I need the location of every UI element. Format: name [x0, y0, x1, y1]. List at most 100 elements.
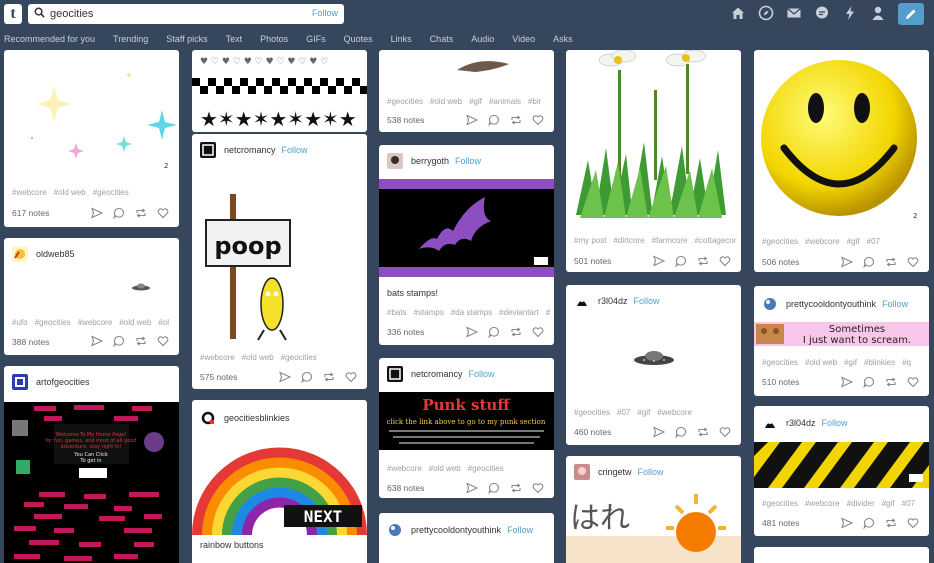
tag[interactable]: #animals — [489, 97, 521, 106]
note-count[interactable]: 506 notes — [762, 257, 799, 267]
tab-gifs[interactable]: GIFs — [306, 30, 326, 48]
follow-button[interactable]: Follow — [638, 467, 664, 477]
post-image[interactable]: Sometimes I just want to scream. — [754, 322, 929, 346]
reply-icon[interactable] — [113, 207, 125, 219]
post-image[interactable]: はれ — [566, 486, 741, 563]
username[interactable]: geocitiesblinkies — [224, 413, 290, 423]
reblog-icon[interactable] — [697, 426, 709, 438]
username[interactable]: cringetw — [598, 467, 632, 477]
reblog-icon[interactable] — [885, 376, 897, 388]
tag[interactable]: #cottagecor — [695, 236, 737, 245]
like-icon[interactable] — [719, 255, 731, 267]
like-icon[interactable] — [907, 517, 919, 529]
tag[interactable]: #geocities — [35, 318, 71, 327]
tag[interactable]: #my post — [574, 236, 606, 245]
tag[interactable]: #old web — [430, 97, 462, 106]
reblog-icon[interactable] — [135, 335, 147, 347]
reblog-icon[interactable] — [885, 256, 897, 268]
tag[interactable]: #webcore — [657, 408, 692, 417]
account-icon[interactable] — [870, 5, 886, 21]
tag[interactable]: #webcore — [12, 188, 47, 197]
follow-button[interactable]: Follow — [822, 418, 848, 428]
tab-quotes[interactable]: Quotes — [344, 30, 373, 48]
reblog-icon[interactable] — [135, 207, 147, 219]
tag[interactable]: #old web — [54, 188, 86, 197]
share-icon[interactable] — [841, 256, 853, 268]
tag[interactable]: #geocities — [762, 499, 798, 508]
tag[interactable]: #07 — [617, 408, 630, 417]
note-count[interactable]: 388 notes — [12, 337, 49, 347]
tag[interactable]: #geocities — [468, 464, 504, 473]
follow-button[interactable]: Follow — [455, 156, 481, 166]
follow-button[interactable]: Follow — [469, 369, 495, 379]
chat-icon[interactable] — [814, 5, 830, 21]
tag[interactable]: #gif — [469, 97, 482, 106]
tumblr-logo[interactable]: t — [4, 4, 22, 24]
tag[interactable]: #webcore — [805, 499, 840, 508]
tag[interactable]: #gif — [844, 358, 857, 367]
post-image[interactable]: 2 — [754, 50, 929, 225]
reply-icon[interactable] — [863, 517, 875, 529]
post-image[interactable]: ♥ ♡ ♥ ♡ ♥ ♡ ♥ ♡ ♥ ♡ ♥ ♡ ★✶★✶★✶★✶★ — [192, 50, 367, 132]
like-icon[interactable] — [719, 426, 731, 438]
mail-icon[interactable] — [786, 5, 802, 21]
avatar[interactable] — [387, 153, 403, 169]
reply-icon[interactable] — [488, 114, 500, 126]
avatar[interactable] — [12, 246, 28, 262]
username[interactable]: prettycooldontyouthink — [786, 299, 876, 309]
reblog-icon[interactable] — [885, 517, 897, 529]
username[interactable]: oldweb85 — [36, 249, 75, 259]
reply-icon[interactable] — [488, 326, 500, 338]
reblog-icon[interactable] — [510, 114, 522, 126]
follow-button[interactable]: Follow — [882, 299, 908, 309]
post-image[interactable]: 2 — [4, 50, 179, 180]
tag[interactable]: #bir — [528, 97, 541, 106]
like-icon[interactable] — [157, 335, 169, 347]
tag[interactable]: #da stamps — [451, 308, 492, 317]
avatar[interactable] — [387, 366, 403, 382]
reply-icon[interactable] — [488, 482, 500, 494]
search-input[interactable] — [50, 6, 300, 22]
tab-audio[interactable]: Audio — [471, 30, 494, 48]
like-icon[interactable] — [532, 114, 544, 126]
tab-chats[interactable]: Chats — [430, 30, 454, 48]
username[interactable]: r3l04dz — [786, 418, 816, 428]
tag[interactable]: #ufo — [12, 318, 28, 327]
tag[interactable]: #webcore — [387, 464, 422, 473]
tab-recommended[interactable]: Recommended for you — [4, 30, 95, 48]
username[interactable]: netcromancy — [411, 369, 463, 379]
tag[interactable]: #gif — [847, 237, 860, 246]
share-icon[interactable] — [279, 371, 291, 383]
note-count[interactable]: 510 notes — [762, 377, 799, 387]
home-icon[interactable] — [730, 5, 746, 21]
tag[interactable]: #farmcore — [652, 236, 688, 245]
post-image[interactable] — [754, 442, 929, 488]
tag[interactable]: #old web — [805, 358, 837, 367]
reblog-icon[interactable] — [510, 326, 522, 338]
post-image[interactable] — [4, 272, 179, 312]
share-icon[interactable] — [91, 335, 103, 347]
tag[interactable]: #stamps — [414, 308, 444, 317]
username[interactable]: r3l04dz — [598, 296, 628, 306]
tag[interactable]: #deviantart — [499, 308, 539, 317]
tag[interactable]: #dirtcore — [613, 236, 644, 245]
avatar[interactable] — [200, 142, 216, 158]
tag[interactable]: #divider — [847, 499, 875, 508]
activity-icon[interactable] — [842, 5, 858, 21]
tag[interactable]: #geocities — [387, 97, 423, 106]
post-image[interactable]: poop — [192, 194, 367, 344]
reply-icon[interactable] — [863, 376, 875, 388]
tag[interactable]: #gif — [637, 408, 650, 417]
tab-trending[interactable]: Trending — [113, 30, 148, 48]
tab-staff-picks[interactable]: Staff picks — [166, 30, 207, 48]
tab-photos[interactable]: Photos — [260, 30, 288, 48]
like-icon[interactable] — [345, 371, 357, 383]
tag[interactable]: #geocities — [93, 188, 129, 197]
note-count[interactable]: 538 notes — [387, 115, 424, 125]
tab-text[interactable]: Text — [226, 30, 243, 48]
tag[interactable]: #geocities — [762, 358, 798, 367]
post-image[interactable] — [379, 50, 554, 80]
search-follow-link[interactable]: Follow — [312, 8, 338, 18]
note-count[interactable]: 617 notes — [12, 208, 49, 218]
tag[interactable]: #ol — [158, 318, 169, 327]
